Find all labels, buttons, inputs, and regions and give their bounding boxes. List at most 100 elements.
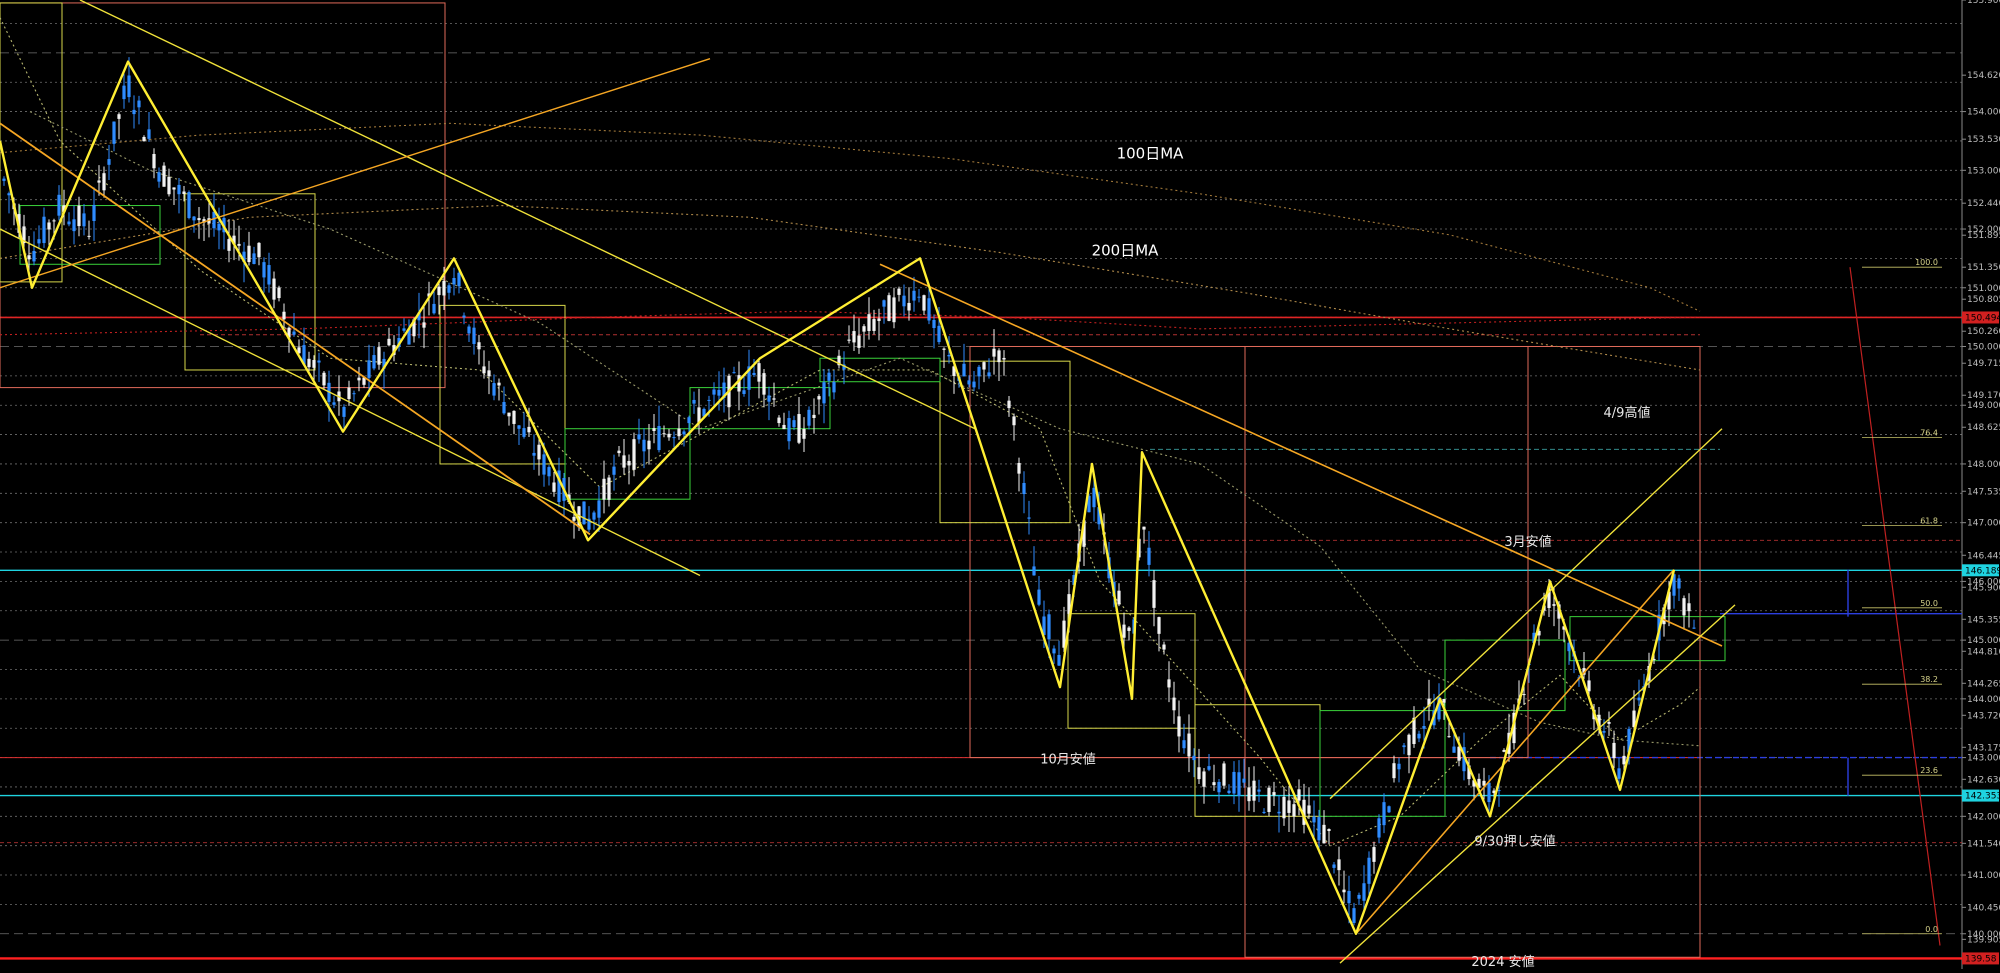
candle-body xyxy=(282,311,286,320)
candle-body xyxy=(432,303,436,314)
zigzag-lines xyxy=(0,60,1676,935)
candle-body xyxy=(542,454,546,475)
candle-body xyxy=(262,262,266,278)
range-box xyxy=(0,2,446,389)
range-box xyxy=(19,205,161,265)
candle-body xyxy=(677,428,681,437)
candle-body xyxy=(162,165,166,187)
candle-body xyxy=(497,382,501,386)
fib-level-label: 38.2 xyxy=(1920,675,1938,684)
candle-body xyxy=(657,426,661,451)
candle-body xyxy=(1037,589,1041,605)
candle-body xyxy=(1127,627,1131,631)
price-label: 141.000 xyxy=(1967,871,2000,881)
candle-body xyxy=(27,255,31,260)
candle-body xyxy=(197,218,201,221)
candle-body xyxy=(1247,787,1251,802)
candle-body xyxy=(967,380,971,385)
candle-body xyxy=(622,455,626,468)
price-label: 144.000 xyxy=(1967,695,2000,705)
candle-body xyxy=(822,382,826,404)
candle-body xyxy=(212,211,216,229)
fib-level-label: 0.0 xyxy=(1925,925,1938,934)
candle-body xyxy=(1182,740,1186,749)
candle-body xyxy=(667,433,671,438)
candle-body xyxy=(267,265,271,285)
candle-body xyxy=(1142,526,1146,530)
candle-body xyxy=(712,389,716,395)
candle-body xyxy=(377,347,381,365)
candle-body xyxy=(402,328,406,331)
candle-body xyxy=(482,366,486,374)
candle-body xyxy=(1272,792,1276,796)
price-label: 151.000 xyxy=(1967,284,2000,294)
candle-body xyxy=(752,372,756,376)
candle-body xyxy=(987,372,991,377)
candle-body xyxy=(922,295,926,311)
fib-level-label: 76.4 xyxy=(1920,429,1938,438)
candle-body xyxy=(1012,416,1016,426)
candle-body xyxy=(1397,763,1401,770)
candle-body xyxy=(947,354,951,357)
candle-body xyxy=(1292,804,1296,817)
trend-line xyxy=(0,228,701,577)
candle-body xyxy=(1227,790,1231,794)
chart-root: 100.0 76.4 61.8 50.0 38.2 23.6 0.0 100日MA 200日M… xyxy=(0,0,2000,970)
candle-body xyxy=(782,424,786,430)
candle-body xyxy=(732,372,736,374)
candle-body xyxy=(652,428,656,432)
candle-body xyxy=(612,466,616,475)
candle-body xyxy=(877,318,881,322)
candle-body xyxy=(1442,698,1446,703)
trend-line xyxy=(0,58,711,289)
candle-body xyxy=(1367,857,1371,884)
candle-body xyxy=(772,398,776,400)
candle-body xyxy=(1602,731,1606,733)
candle-body xyxy=(177,184,181,195)
candle-body xyxy=(1552,604,1556,606)
candle-body xyxy=(1027,517,1031,519)
candle-body xyxy=(467,326,471,334)
candle-body xyxy=(1522,694,1526,696)
candle-body xyxy=(917,296,921,298)
candle-body xyxy=(357,377,361,381)
candle-body xyxy=(1307,805,1311,814)
price-label: 144.810 xyxy=(1967,647,2000,657)
candle-body xyxy=(1197,767,1201,780)
price-label: 151.895 xyxy=(1967,231,2000,241)
candle-body xyxy=(72,219,76,232)
candle-body xyxy=(827,372,831,381)
candle-body xyxy=(462,315,466,318)
candle-body xyxy=(1382,802,1386,826)
candle-body xyxy=(352,393,356,395)
moving-average-line xyxy=(29,111,1701,747)
candle-body xyxy=(247,245,251,263)
candle-body xyxy=(632,439,636,470)
candle-body xyxy=(792,420,796,428)
price-label: 139.905 xyxy=(1967,935,2000,945)
candle-body xyxy=(1157,617,1161,634)
candle-body xyxy=(1447,736,1451,738)
candle-body xyxy=(647,440,651,450)
candle-body xyxy=(852,331,856,343)
price-axis-labels: 155.900 154.620 154.000 153.530 153.000 152.4… xyxy=(1962,0,2000,945)
candle-body xyxy=(787,418,791,442)
price-label: 152.440 xyxy=(1967,199,2000,209)
candle-body xyxy=(1187,733,1191,757)
candle-body xyxy=(637,434,641,440)
price-chart[interactable]: 100.0 76.4 61.8 50.0 38.2 23.6 0.0 100日MA 200日M… xyxy=(0,0,2000,970)
candle-body xyxy=(1297,789,1301,801)
candle-body xyxy=(847,339,851,341)
candle-body xyxy=(367,360,371,378)
fib-level-label: 23.6 xyxy=(1920,766,1938,775)
candle-body xyxy=(1282,796,1286,819)
chart-annotation: 10月安値 xyxy=(1040,751,1096,767)
candle-body xyxy=(1342,889,1346,893)
candle-body xyxy=(937,325,941,343)
candle-body xyxy=(42,216,46,244)
candle-body xyxy=(927,298,931,321)
price-label: 149.000 xyxy=(1967,401,2000,411)
horizontal-grid xyxy=(0,23,1962,935)
candle-body xyxy=(817,396,821,400)
range-boxes xyxy=(0,2,1726,958)
